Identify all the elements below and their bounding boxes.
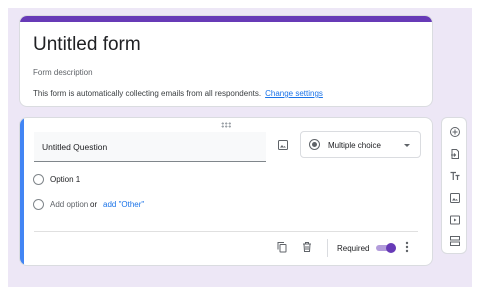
copy-icon[interactable] bbox=[276, 241, 288, 253]
question-card[interactable]: Untitled Question Multiple choice Option… bbox=[19, 117, 433, 266]
question-type-label: Multiple choice bbox=[328, 141, 381, 150]
add-title-icon[interactable] bbox=[449, 170, 461, 182]
form-header-card[interactable]: Untitled form Form description This form… bbox=[19, 15, 433, 107]
image-icon[interactable] bbox=[277, 139, 289, 151]
radio-icon bbox=[33, 199, 44, 210]
question-title-input[interactable]: Untitled Question bbox=[34, 132, 266, 162]
form-description-field[interactable]: Form description bbox=[33, 68, 93, 77]
add-video-icon[interactable] bbox=[449, 214, 461, 226]
theme-band bbox=[20, 16, 432, 22]
change-settings-link[interactable]: Change settings bbox=[265, 89, 323, 98]
drag-handle-icon[interactable] bbox=[221, 122, 231, 128]
more-vert-icon[interactable] bbox=[405, 241, 409, 253]
required-toggle[interactable] bbox=[376, 243, 396, 253]
form-title[interactable]: Untitled form bbox=[33, 34, 141, 56]
or-text: or bbox=[90, 200, 98, 209]
import-questions-icon[interactable] bbox=[449, 148, 461, 160]
add-image-icon[interactable] bbox=[449, 192, 461, 204]
footer-separator bbox=[327, 239, 328, 257]
floating-toolbar bbox=[441, 117, 467, 254]
radio-button-icon bbox=[309, 139, 320, 150]
question-title-text: Untitled Question bbox=[42, 142, 108, 152]
toggle-thumb bbox=[386, 243, 396, 253]
add-section-icon[interactable] bbox=[449, 235, 461, 247]
question-type-select[interactable]: Multiple choice bbox=[300, 131, 421, 158]
radio-icon bbox=[33, 174, 44, 185]
add-other-button[interactable]: add "Other" bbox=[103, 200, 144, 209]
required-label: Required bbox=[337, 244, 370, 253]
add-option-button[interactable]: Add option bbox=[50, 200, 88, 209]
email-collection-note: This form is automatically collecting em… bbox=[33, 89, 323, 98]
footer-divider bbox=[34, 231, 418, 232]
add-question-icon[interactable] bbox=[449, 126, 461, 138]
option-label[interactable]: Option 1 bbox=[50, 175, 80, 184]
active-indicator bbox=[20, 118, 24, 265]
trash-icon[interactable] bbox=[301, 241, 313, 253]
email-note-text: This form is automatically collecting em… bbox=[33, 89, 262, 98]
dropdown-arrow-icon bbox=[404, 144, 410, 147]
